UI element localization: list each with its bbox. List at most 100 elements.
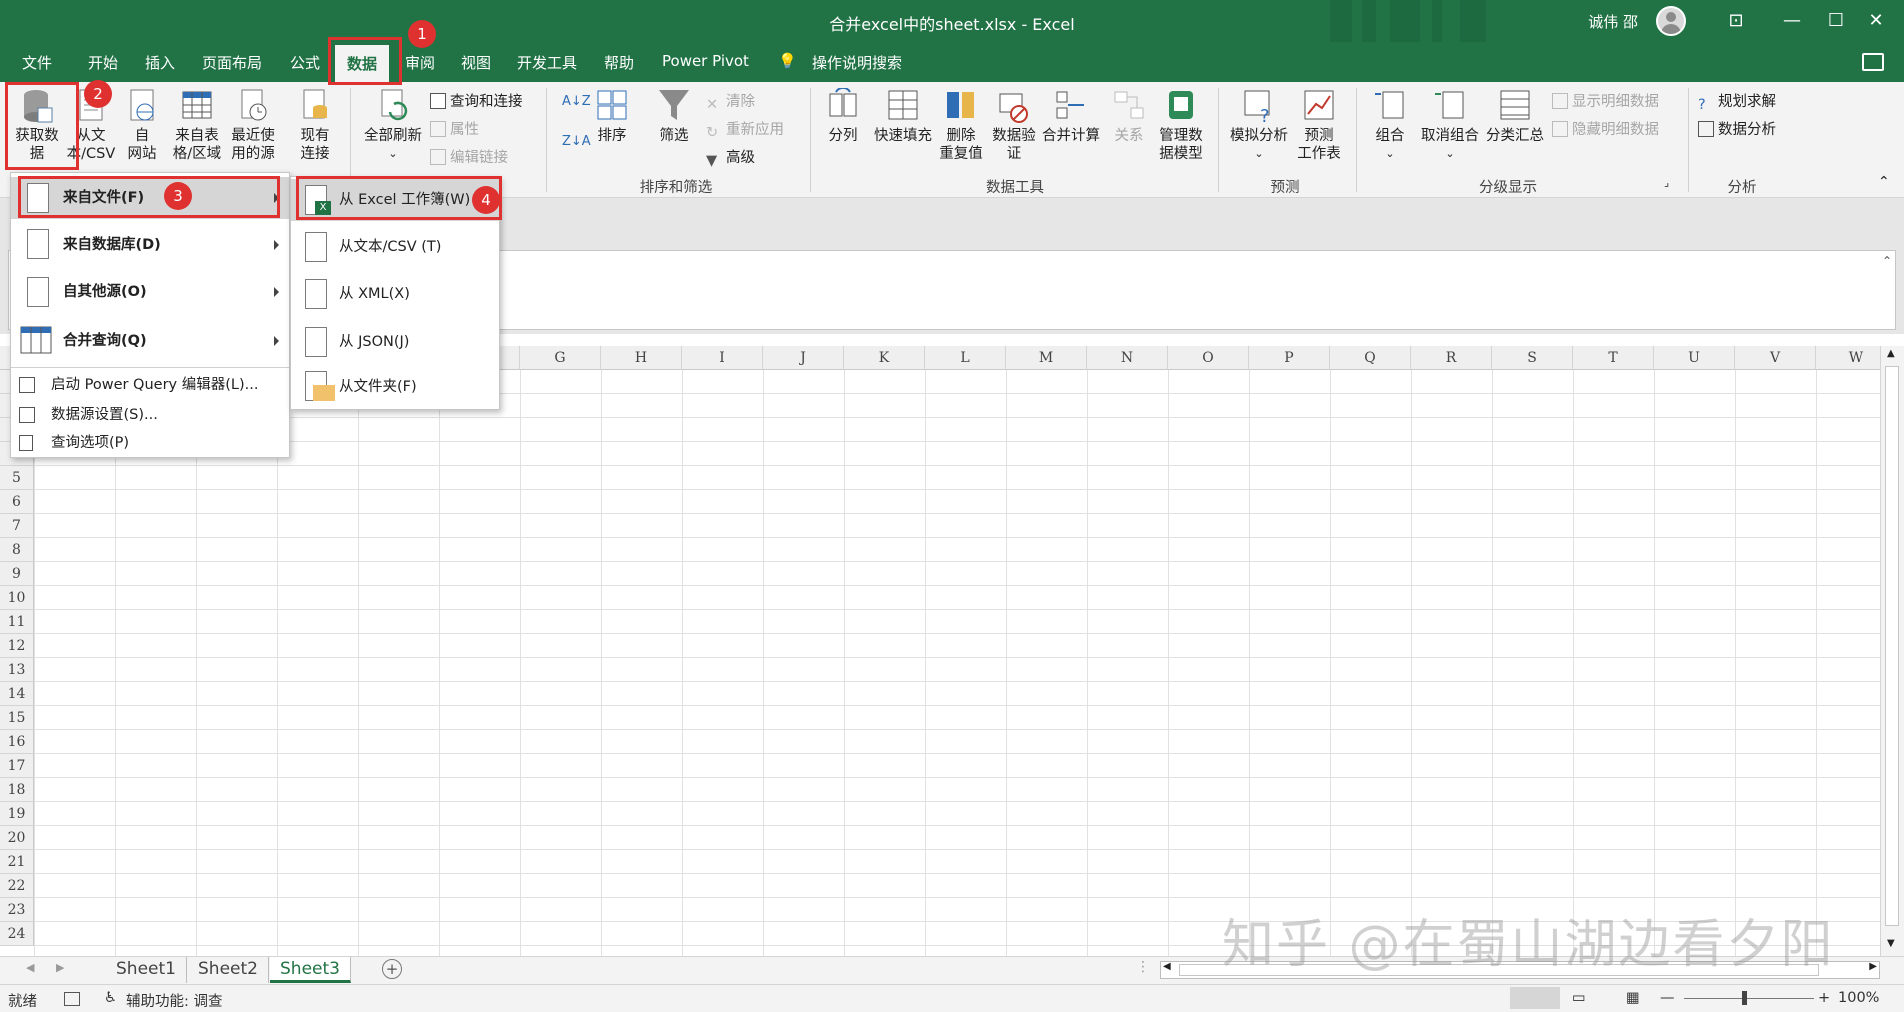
- scroll-up-icon[interactable]: ▲: [1887, 348, 1895, 359]
- vertical-scrollbar[interactable]: ▲ ▼: [1880, 346, 1904, 956]
- accessibility-icon[interactable]: ♿: [104, 990, 117, 1006]
- manage-data-model-button[interactable]: 管理数 据模型: [1154, 88, 1208, 163]
- scroll-left-icon[interactable]: ◀: [1163, 961, 1171, 972]
- column-header[interactable]: J: [763, 346, 844, 370]
- show-detail-button[interactable]: 显示明细数据: [1552, 90, 1659, 111]
- what-if-analysis-button[interactable]: ? 模拟分析 ⌄: [1226, 88, 1292, 163]
- add-sheet-icon[interactable]: +: [382, 959, 402, 979]
- sheet-tab-sheet3[interactable]: Sheet3: [270, 957, 351, 983]
- sort-ascending-icon[interactable]: A↓Z: [562, 94, 591, 109]
- scroll-right-icon[interactable]: ▶: [1869, 961, 1877, 972]
- edit-links-button[interactable]: 编辑链接: [430, 146, 508, 167]
- scroll-down-icon[interactable]: ▼: [1887, 938, 1895, 949]
- consolidate-button[interactable]: 合并计算: [1040, 88, 1102, 145]
- menu-from-other-sources[interactable]: 自其他源(O): [11, 269, 289, 315]
- from-table-button[interactable]: 来自表 格/区域: [170, 88, 224, 163]
- hide-detail-button[interactable]: 隐藏明细数据: [1552, 118, 1659, 139]
- vertical-scroll-thumb[interactable]: [1885, 366, 1899, 926]
- row-header[interactable]: 11: [0, 610, 34, 634]
- tab-insert[interactable]: 插入: [145, 52, 175, 73]
- existing-connections-button[interactable]: 现有 连接: [290, 88, 340, 163]
- advanced-filter-button[interactable]: ▼ 高级: [706, 146, 755, 169]
- macro-record-icon[interactable]: [64, 992, 80, 1006]
- properties-button[interactable]: 属性: [430, 118, 479, 139]
- row-header[interactable]: 7: [0, 514, 34, 538]
- tab-home[interactable]: 开始: [88, 52, 118, 73]
- zoom-slider-thumb[interactable]: [1742, 991, 1747, 1005]
- zoom-out-icon[interactable]: —: [1660, 990, 1675, 1006]
- column-header[interactable]: P: [1249, 346, 1330, 370]
- group-button[interactable]: 组合 ⌄: [1364, 88, 1416, 163]
- ribbon-display-icon[interactable]: ⊡: [1708, 6, 1764, 36]
- menu-query-options[interactable]: 查询选项(P): [11, 429, 289, 457]
- row-header[interactable]: 15: [0, 706, 34, 730]
- menu-launch-power-query[interactable]: 启动 Power Query 编辑器(L)...: [11, 371, 289, 399]
- column-header[interactable]: L: [925, 346, 1006, 370]
- row-header[interactable]: 16: [0, 730, 34, 754]
- close-icon[interactable]: ✕: [1848, 6, 1904, 36]
- menu-from-database[interactable]: 来自数据库(D): [11, 223, 289, 267]
- user-avatar-icon[interactable]: [1656, 6, 1686, 36]
- tab-page-layout[interactable]: 页面布局: [202, 52, 262, 73]
- column-header[interactable]: S: [1492, 346, 1573, 370]
- menu-from-json[interactable]: 从 JSON(J): [291, 319, 499, 365]
- refresh-all-button[interactable]: 全部刷新 ⌄: [358, 88, 428, 163]
- column-header[interactable]: K: [844, 346, 925, 370]
- column-header[interactable]: V: [1735, 346, 1816, 370]
- column-header[interactable]: Q: [1330, 346, 1411, 370]
- row-header[interactable]: 10: [0, 586, 34, 610]
- column-header[interactable]: O: [1168, 346, 1249, 370]
- solver-button[interactable]: ? 规划求解: [1698, 90, 1776, 113]
- sheet-tab-sheet2[interactable]: Sheet2: [188, 957, 269, 983]
- menu-data-source-settings[interactable]: 数据源设置(S)...: [11, 401, 289, 429]
- menu-combine-queries[interactable]: 合并查询(Q): [11, 317, 289, 365]
- menu-from-xml[interactable]: 从 XML(X): [291, 271, 499, 317]
- row-header[interactable]: 13: [0, 658, 34, 682]
- accessibility-status[interactable]: 辅助功能: 调查: [126, 990, 223, 1011]
- from-web-button[interactable]: 自 网站: [120, 88, 164, 163]
- next-sheet-icon[interactable]: ▶: [56, 961, 64, 974]
- normal-view-icon[interactable]: [1510, 987, 1560, 1009]
- dialog-launcher-icon[interactable]: ⌟: [1664, 176, 1669, 189]
- queries-connections-button[interactable]: 查询和连接: [430, 90, 523, 111]
- remove-duplicates-button[interactable]: 删除 重复值: [938, 88, 984, 163]
- row-header[interactable]: 6: [0, 490, 34, 514]
- row-header[interactable]: 5: [0, 466, 34, 490]
- sheet-tab-sheet1[interactable]: Sheet1: [106, 957, 187, 983]
- column-header[interactable]: W: [1816, 346, 1880, 370]
- ungroup-button[interactable]: 取消组合 ⌄: [1418, 88, 1482, 163]
- tab-help[interactable]: 帮助: [604, 52, 634, 73]
- row-header[interactable]: 23: [0, 898, 34, 922]
- sort-button[interactable]: 排序: [590, 88, 634, 145]
- row-header[interactable]: 21: [0, 850, 34, 874]
- row-header[interactable]: 17: [0, 754, 34, 778]
- row-header[interactable]: 20: [0, 826, 34, 850]
- collapse-formula-bar-icon[interactable]: ⌃: [1882, 254, 1892, 268]
- collapse-ribbon-icon[interactable]: ⌃: [1878, 174, 1890, 190]
- row-header[interactable]: 19: [0, 802, 34, 826]
- column-header[interactable]: M: [1006, 346, 1087, 370]
- column-header[interactable]: T: [1573, 346, 1654, 370]
- comment-icon[interactable]: [1862, 53, 1884, 71]
- column-header[interactable]: I: [682, 346, 763, 370]
- row-header[interactable]: 24: [0, 922, 34, 946]
- row-header[interactable]: 8: [0, 538, 34, 562]
- split-handle-icon[interactable]: ⋮: [1136, 959, 1150, 975]
- row-header[interactable]: 14: [0, 682, 34, 706]
- text-to-columns-button[interactable]: 分列: [820, 88, 866, 145]
- tab-view[interactable]: 视图: [461, 52, 491, 73]
- clear-button[interactable]: ✕ 清除: [706, 90, 755, 113]
- column-header[interactable]: G: [520, 346, 601, 370]
- relationships-button[interactable]: 关系: [1106, 88, 1152, 145]
- row-header[interactable]: 12: [0, 634, 34, 658]
- zoom-in-icon[interactable]: +: [1818, 990, 1830, 1006]
- zoom-slider[interactable]: [1684, 998, 1814, 999]
- tab-review[interactable]: 审阅: [405, 52, 435, 73]
- row-header[interactable]: 18: [0, 778, 34, 802]
- sort-descending-icon[interactable]: Z↓A: [562, 134, 591, 149]
- user-name[interactable]: 诚伟 邵: [1588, 11, 1638, 32]
- row-header[interactable]: 9: [0, 562, 34, 586]
- flash-fill-button[interactable]: 快速填充: [868, 88, 938, 145]
- column-header[interactable]: H: [601, 346, 682, 370]
- tab-power-pivot[interactable]: Power Pivot: [662, 52, 749, 70]
